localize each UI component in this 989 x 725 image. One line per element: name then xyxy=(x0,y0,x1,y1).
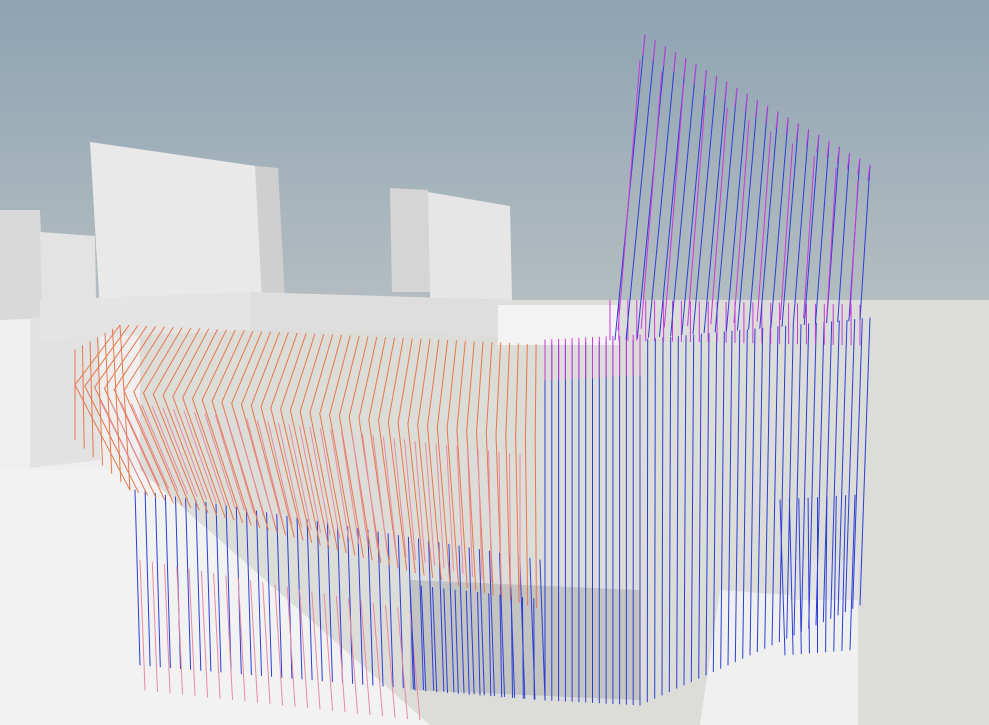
building-center-tower-2 xyxy=(428,192,512,300)
building-far-left-2 xyxy=(40,232,96,300)
building-center-tower xyxy=(390,188,430,292)
undefined-bar-v xyxy=(654,338,656,699)
building-tall-left xyxy=(90,142,278,312)
rebar-model-render xyxy=(0,0,989,725)
3d-viewport[interactable] xyxy=(0,0,989,725)
